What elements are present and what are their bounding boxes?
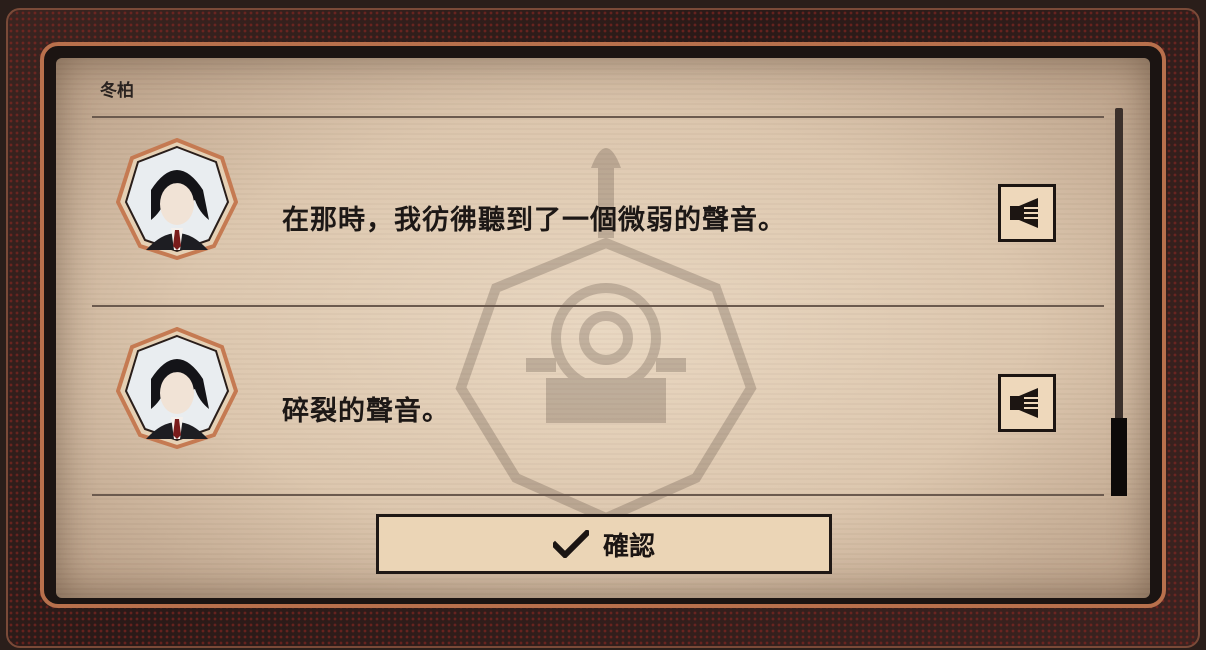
checkmark-icon <box>552 530 589 558</box>
speaker-icon <box>1010 198 1038 228</box>
log-entry: 在那時，我彷彿聽到了一個微弱的聲音。 <box>92 118 1104 306</box>
scrollbar-thumb[interactable] <box>1111 418 1127 496</box>
voice-replay-button[interactable] <box>998 184 1056 242</box>
voice-replay-button[interactable] <box>998 374 1056 432</box>
character-avatar <box>116 327 238 449</box>
log-entry: 碎裂的聲音。 <box>92 307 1104 495</box>
dialog-line: 在那時，我彷彿聽到了一個微弱的聲音。 <box>282 205 786 236</box>
character-avatar <box>116 138 238 260</box>
dialog-line: 碎裂的聲音。 <box>282 396 450 427</box>
confirm-label: 確認 <box>602 531 655 562</box>
speaker-header: 冬柏 <box>100 81 134 101</box>
confirm-button[interactable]: 確認 <box>376 514 832 574</box>
speaker-icon <box>1010 388 1038 418</box>
divider <box>92 494 1104 496</box>
